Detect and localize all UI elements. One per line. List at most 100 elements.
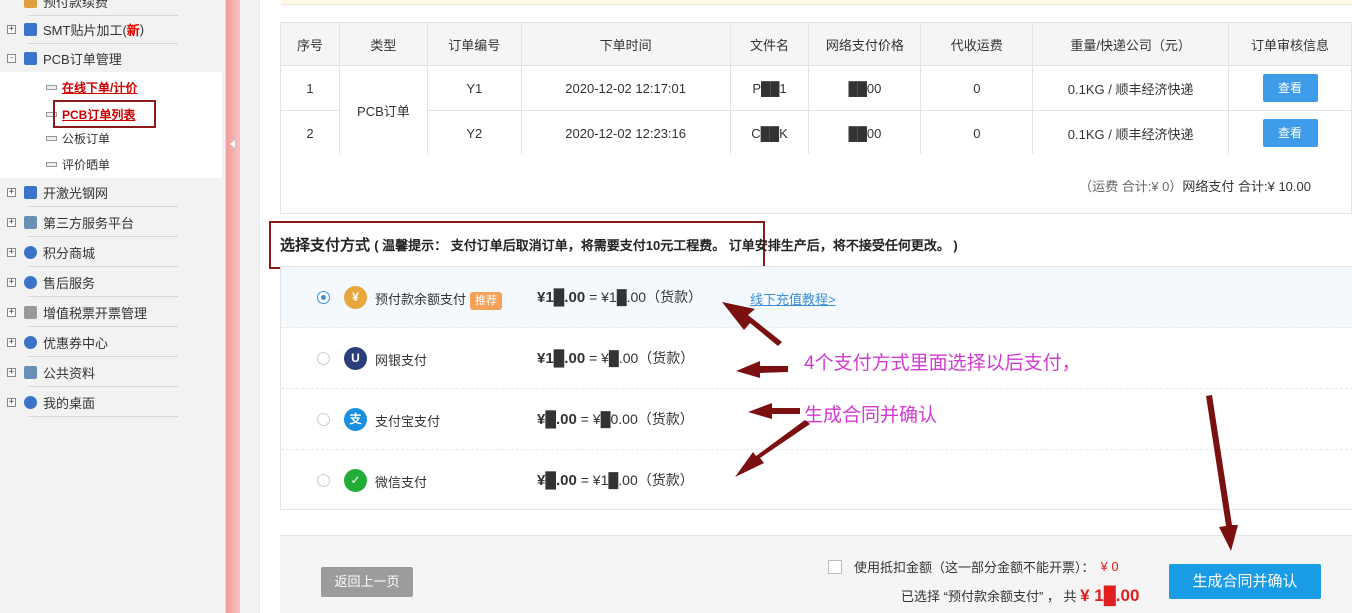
folder-icon bbox=[24, 185, 37, 199]
shield-icon bbox=[24, 335, 37, 349]
sidebar-item-smt[interactable]: + SMT贴片加工(新) bbox=[0, 14, 222, 44]
collapse-icon[interactable]: - bbox=[7, 53, 16, 63]
column-header: 订单审核信息 bbox=[1228, 22, 1352, 66]
sidebar-item-label-end: ) bbox=[139, 21, 145, 37]
payment-amount: ¥█.00 = ¥█0.00（货款） bbox=[537, 409, 694, 429]
expand-icon[interactable]: + bbox=[7, 307, 16, 317]
net-total: 网络支付 合计:¥ 10.00 bbox=[1182, 179, 1311, 194]
amount-detail: = ¥█0.00（货款） bbox=[580, 411, 694, 427]
view-button[interactable]: 查看 bbox=[1262, 74, 1318, 102]
payment-name: 网银支付 bbox=[375, 353, 428, 368]
amount-detail: = ¥1█.00（货款） bbox=[589, 289, 703, 305]
wechat-icon: ✓ bbox=[344, 469, 367, 492]
expand-icon[interactable]: + bbox=[7, 187, 16, 197]
unionpay-icon: U bbox=[344, 347, 367, 370]
sidebar-item-label: 我的桌面 bbox=[43, 395, 96, 411]
payment-title: 选择支付方式 bbox=[280, 237, 371, 254]
wallet-icon bbox=[24, 0, 37, 8]
back-button[interactable]: 返回上一页 bbox=[321, 567, 413, 597]
amount-value: ¥1█.00 bbox=[537, 350, 586, 367]
sidebar-item-pcb-orders[interactable]: - PCB订单管理 bbox=[0, 43, 222, 73]
sidebar-item-points-mall[interactable]: + 积分商城 bbox=[0, 237, 222, 267]
chosen-label: 已选择 “预付款余额支付” ， 共 bbox=[901, 589, 1077, 604]
new-badge: 新 bbox=[126, 22, 140, 38]
person-icon bbox=[24, 275, 37, 289]
gutter bbox=[240, 0, 260, 613]
amount-detail: = ¥█.00（货款） bbox=[589, 350, 695, 366]
column-header: 代收运费 bbox=[920, 22, 1034, 66]
sidebar-item-third-party[interactable]: + 第三方服务平台 bbox=[0, 207, 222, 237]
money-bag-icon: ¥ bbox=[344, 286, 367, 309]
sidebar-item-stencil[interactable]: + 开激光钢网 bbox=[0, 177, 222, 207]
cell-index: 1 bbox=[280, 65, 340, 111]
cell-file: C██K bbox=[729, 110, 810, 156]
confirm-contract-button[interactable]: 生成合同并确认 bbox=[1169, 564, 1321, 599]
amount-value: ¥█.00 bbox=[537, 411, 577, 428]
table-header-row: 序号 类型 订单编号 下单时间 文件名 网络支付价格 代收运费 重量/快递公司（… bbox=[280, 22, 1352, 66]
cell-order-no: Y2 bbox=[426, 110, 522, 156]
payment-option-label: 预付款余额支付 推荐 bbox=[375, 289, 503, 310]
payment-name: 预付款余额支付 bbox=[375, 292, 467, 307]
sidebar-item-label: PCB订单管理 bbox=[43, 51, 122, 67]
image-icon bbox=[24, 365, 37, 379]
sidebar-subitem-online-order[interactable]: 在线下单/计价 bbox=[46, 77, 137, 97]
sidebar-subitem-review[interactable]: 评价晒单 bbox=[46, 154, 110, 174]
chosen-total: ¥ 1█.00 bbox=[1080, 586, 1140, 605]
radio-button[interactable] bbox=[317, 352, 330, 365]
folder-icon bbox=[24, 22, 37, 36]
cell-price: ██00 bbox=[808, 65, 922, 111]
view-button[interactable]: 查看 bbox=[1262, 119, 1318, 147]
shield-icon bbox=[24, 245, 37, 259]
sidebar-item-label: 公共资料 bbox=[43, 365, 96, 381]
sidebar: 预付款续费 + SMT贴片加工(新) - PCB订单管理 在线下单/计价 PCB… bbox=[0, 0, 226, 613]
radio-button[interactable] bbox=[317, 413, 330, 426]
sidebar-item-invoice[interactable]: + 增值税票开票管理 bbox=[0, 297, 222, 327]
expand-icon[interactable]: + bbox=[7, 397, 16, 407]
sidebar-item-after-sales[interactable]: + 售后服务 bbox=[0, 267, 222, 297]
deduct-checkbox[interactable] bbox=[828, 559, 842, 574]
payment-option-prepay[interactable]: ¥ 预付款余额支付 推荐 ¥1█.00 = ¥1█.00（货款） 线下充值教程> bbox=[281, 267, 1352, 328]
payment-tip: ( 温馨提示： 支付订单后取消订单，将需要支付10元工程费。 订单安排生产后，将… bbox=[374, 238, 958, 253]
payment-option-wechat[interactable]: ✓ 微信支付 ¥█.00 = ¥1█.00（货款） bbox=[281, 450, 1352, 511]
column-header: 文件名 bbox=[729, 22, 810, 66]
radio-button[interactable] bbox=[317, 474, 330, 487]
chat-icon bbox=[24, 395, 37, 409]
recommend-badge: 推荐 bbox=[470, 292, 503, 310]
expand-icon[interactable]: + bbox=[7, 337, 16, 347]
cell-price: ██00 bbox=[808, 110, 922, 156]
amount-detail: = ¥1█.00（货款） bbox=[580, 472, 694, 488]
expand-icon[interactable]: + bbox=[7, 247, 16, 257]
sidebar-item-label: 第三方服务平台 bbox=[43, 215, 135, 231]
payment-method-list: ¥ 预付款余额支付 推荐 ¥1█.00 = ¥1█.00（货款） 线下充值教程> … bbox=[280, 266, 1352, 510]
cell-time: 2020-12-02 12:17:01 bbox=[520, 65, 731, 111]
footer-bar: 返回上一页 使用抵扣金额（这一部分金额不能开票）： ¥ 0 已选择 “预付款余额… bbox=[280, 535, 1352, 613]
column-header: 重量/快递公司（元） bbox=[1032, 22, 1230, 66]
payment-amount: ¥1█.00 = ¥█.00（货款） bbox=[537, 348, 694, 368]
column-header: 类型 bbox=[338, 22, 428, 66]
expand-icon[interactable]: + bbox=[7, 277, 16, 287]
sidebar-collapse-handle[interactable] bbox=[226, 0, 240, 613]
freight-total: （运费 合计:¥ 0） bbox=[1079, 179, 1183, 194]
payment-name: 微信支付 bbox=[375, 475, 428, 490]
sidebar-item-public-docs[interactable]: + 公共资料 bbox=[0, 357, 222, 387]
expand-icon[interactable]: + bbox=[7, 24, 16, 34]
sidebar-item-label: 积分商城 bbox=[43, 245, 96, 261]
sidebar-item-label: 增值税票开票管理 bbox=[43, 305, 148, 321]
sidebar-subitem-public-board[interactable]: 公板订单 bbox=[46, 128, 110, 148]
annotation-text: 生成合同并确认 bbox=[804, 405, 938, 426]
window-icon bbox=[24, 215, 37, 229]
expand-icon[interactable]: + bbox=[7, 217, 16, 227]
recharge-tutorial-link[interactable]: 线下充值教程> bbox=[750, 289, 836, 308]
sidebar-item-desktop[interactable]: + 我的桌面 bbox=[0, 387, 222, 417]
amount-value: ¥1█.00 bbox=[537, 289, 586, 306]
sidebar-item-coupons[interactable]: + 优惠券中心 bbox=[0, 327, 222, 357]
highlight-box bbox=[53, 100, 156, 128]
cell-action: 查看 bbox=[1228, 110, 1352, 156]
annotation-text: 4个支付方式里面选择以后支付， bbox=[804, 353, 1081, 374]
summary-text: （运费 合计:¥ 0）网络支付 合计:¥ 10.00 bbox=[1079, 176, 1311, 195]
payment-amount: ¥1█.00 = ¥1█.00（货款） bbox=[537, 287, 702, 307]
radio-button[interactable] bbox=[317, 291, 330, 304]
amount-value: ¥█.00 bbox=[537, 472, 577, 489]
expand-icon[interactable]: + bbox=[7, 367, 16, 377]
doc-icon bbox=[46, 161, 57, 167]
